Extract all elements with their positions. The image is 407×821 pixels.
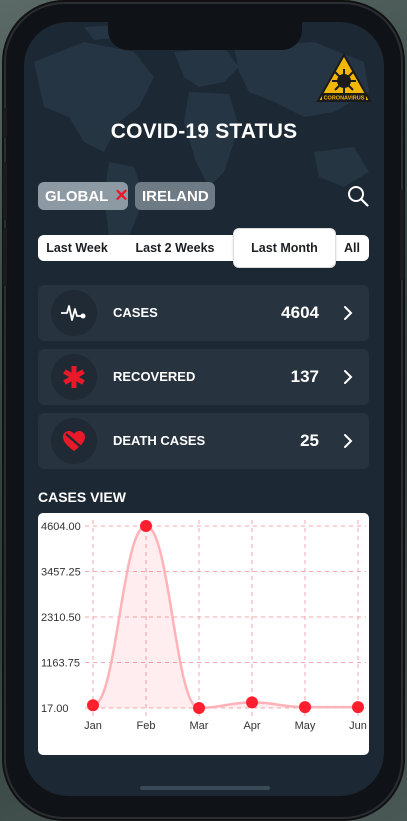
- stat-value-cases: 4604: [281, 303, 319, 322]
- y-tick-label: 2310.50: [41, 612, 81, 624]
- chart-section-title: CASES VIEW: [38, 489, 126, 505]
- filter-chip-ireland[interactable]: IRELAND: [135, 182, 215, 210]
- data-point: [299, 701, 311, 714]
- coronavirus-logo: CORONAVIRUS: [316, 53, 372, 102]
- chevron-right-icon: [344, 306, 353, 320]
- cases-area-chart: 4604.00 3457.25 2310.50 1163.75 17.00 Jan Feb M…: [41, 520, 367, 732]
- device-notch: [108, 22, 302, 50]
- chevron-right-icon: [344, 370, 353, 384]
- x-tick-label: May: [295, 720, 316, 732]
- x-tick-label: Jun: [349, 720, 367, 732]
- home-indicator: [140, 786, 270, 790]
- range-tab-all[interactable]: All: [335, 235, 369, 261]
- x-tick-label: Feb: [137, 720, 156, 732]
- heartbeat-icon: [51, 290, 97, 336]
- stat-row-cases[interactable]: CASES 4604: [38, 285, 369, 341]
- data-point: [140, 520, 152, 532]
- y-tick-label: 17.00: [41, 703, 69, 715]
- stat-label-death-cases: DEATH CASES: [113, 433, 206, 448]
- time-range-selector: Last Week Last 2 Weeks Last Month All: [38, 229, 369, 267]
- data-point: [352, 701, 364, 714]
- data-point: [87, 699, 99, 712]
- medical-star-icon: [51, 354, 97, 400]
- data-point: [246, 696, 258, 709]
- app-screen: CORONAVIRUS COVID-19 STATUS GLOBAL ✕ IRE…: [24, 22, 384, 796]
- filter-chip-global[interactable]: GLOBAL ✕: [38, 182, 129, 210]
- y-tick-label: 3457.25: [41, 567, 81, 579]
- broken-heart-icon: [51, 418, 97, 464]
- stat-value-recovered: 137: [290, 367, 319, 386]
- cases-chart-card: 4604.00 3457.25 2310.50 1163.75 17.00 Jan Feb M…: [38, 513, 369, 755]
- stat-label-recovered: RECOVERED: [113, 369, 196, 384]
- logo-text: CORONAVIRUS: [324, 96, 365, 102]
- remove-filter-icon[interactable]: ✕: [114, 186, 128, 206]
- data-point: [193, 702, 205, 714]
- range-tab-last-2-weeks[interactable]: Last 2 Weeks: [116, 235, 234, 261]
- x-tick-label: Jan: [84, 720, 102, 732]
- x-tick-label: Apr: [243, 720, 260, 732]
- phone-side-button: [3, 108, 7, 138]
- filter-chip-ireland-label: IRELAND: [142, 187, 209, 205]
- phone-volume-up-button: [3, 162, 7, 220]
- x-tick-label: Mar: [190, 720, 209, 732]
- stat-row-recovered[interactable]: RECOVERED 137: [38, 349, 369, 405]
- stat-row-death-cases[interactable]: DEATH CASES 25: [38, 413, 369, 469]
- y-tick-label: 1163.75: [41, 658, 80, 670]
- page-title: COVID-19 STATUS: [110, 120, 298, 143]
- search-icon[interactable]: [347, 185, 369, 207]
- stat-value-death-cases: 25: [300, 431, 319, 450]
- phone-power-button: [400, 190, 404, 280]
- phone-volume-down-button: [3, 228, 7, 286]
- stat-label-cases: CASES: [113, 305, 158, 320]
- range-tab-last-month[interactable]: Last Month: [234, 229, 335, 267]
- y-tick-label: 4604.00: [41, 521, 81, 533]
- chevron-right-icon: [344, 434, 353, 448]
- filter-chip-global-label: GLOBAL: [45, 187, 109, 205]
- range-tab-last-week[interactable]: Last Week: [38, 235, 116, 261]
